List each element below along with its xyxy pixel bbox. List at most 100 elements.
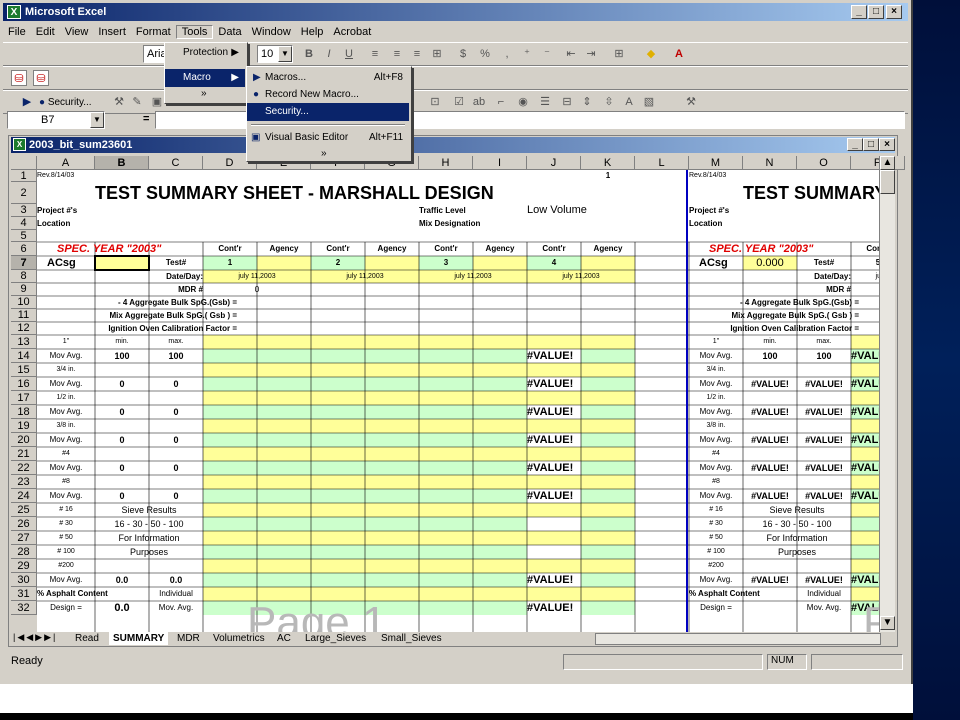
menu-tools[interactable]: Tools — [175, 25, 214, 39]
align-center-icon[interactable]: ≡ — [389, 46, 405, 62]
currency-icon[interactable]: $ — [455, 46, 471, 62]
column-header-j[interactable]: J — [527, 156, 581, 170]
menu-expand-icon[interactable]: » — [187, 85, 227, 103]
design-mode-icon[interactable]: ✎ — [129, 94, 145, 110]
row-header-30[interactable]: 30 — [11, 573, 37, 587]
row-header-2[interactable]: 2 — [11, 182, 37, 204]
menu-item-protection[interactable]: Protection ▶ — [165, 44, 245, 62]
cell-grid[interactable]: Rev.8/14/03 1 Rev.8/14/03 TEST SUMMARY SHEE… — [37, 170, 879, 632]
workbook-minimize-button[interactable]: _ — [847, 138, 863, 151]
vertical-scrollbar[interactable]: ▲ ▼ — [879, 156, 895, 632]
menu-expand-icon[interactable]: » — [307, 145, 347, 163]
row-header-9[interactable]: 9 — [11, 283, 37, 296]
row-header-8[interactable]: 8 — [11, 270, 37, 283]
column-header-a[interactable]: A — [37, 156, 95, 170]
toolbox-icon[interactable]: ⚒ — [683, 94, 699, 110]
option-button-icon[interactable]: ◉ — [515, 94, 531, 110]
horizontal-scrollbar[interactable] — [595, 633, 881, 645]
select-all-corner[interactable] — [11, 156, 37, 170]
row-header-25[interactable]: 25 — [11, 503, 37, 517]
increase-decimal-icon[interactable]: ⁺ — [519, 46, 535, 62]
row-header-5[interactable]: 5 — [11, 230, 37, 242]
column-header-c[interactable]: C — [149, 156, 203, 170]
row-header-6[interactable]: 6 — [11, 242, 37, 256]
textfield-icon[interactable]: ab — [471, 94, 487, 110]
menu-data[interactable]: Data — [213, 26, 246, 38]
row-header-12[interactable]: 12 — [11, 322, 37, 335]
tab-small-sieves[interactable]: Small_Sieves — [377, 632, 446, 645]
row-header-14[interactable]: 14 — [11, 349, 37, 363]
bold-icon[interactable]: B — [301, 46, 317, 62]
font-size-box[interactable]: 10 ▼ — [257, 45, 293, 63]
row-header-18[interactable]: 18 — [11, 405, 37, 419]
menu-edit[interactable]: Edit — [31, 26, 60, 38]
control-toolbox-icon[interactable]: ⚒ — [111, 94, 127, 110]
tab-scroll-buttons[interactable]: |◀◀▶▶| — [13, 632, 57, 643]
image-icon[interactable]: ▧ — [641, 94, 657, 110]
row-header-32[interactable]: 32 — [11, 601, 37, 615]
tab-volumetrics[interactable]: Volumetrics — [209, 632, 269, 645]
pdf-email-icon[interactable]: ⛁ — [33, 70, 49, 86]
column-header-l[interactable]: L — [635, 156, 689, 170]
row-header-22[interactable]: 22 — [11, 461, 37, 475]
tab-ac[interactable]: AC — [273, 632, 295, 645]
form-button-icon[interactable]: ⊡ — [427, 94, 443, 110]
spinner-icon[interactable]: ⇳ — [601, 94, 617, 110]
scroll-thumb[interactable] — [880, 170, 895, 194]
menu-format[interactable]: Format — [131, 26, 176, 38]
underline-icon[interactable]: U — [341, 46, 357, 62]
checkbox-icon[interactable]: ☑ — [451, 94, 467, 110]
percent-icon[interactable]: % — [477, 46, 493, 62]
run-macro-icon[interactable]: ▶ — [19, 94, 35, 110]
row-header-23[interactable]: 23 — [11, 475, 37, 489]
row-header-28[interactable]: 28 — [11, 545, 37, 559]
scroll-up-icon[interactable]: ▲ — [880, 156, 895, 170]
borders-icon[interactable]: ⊞ — [611, 46, 627, 62]
pdf-convert-icon[interactable]: ⛁ — [11, 70, 27, 86]
column-header-i[interactable]: I — [473, 156, 527, 170]
row-header-13[interactable]: 13 — [11, 335, 37, 349]
row-header-11[interactable]: 11 — [11, 309, 37, 322]
column-header-m[interactable]: M — [689, 156, 743, 170]
italic-icon[interactable]: I — [321, 46, 337, 62]
visual-basic-editor-icon[interactable]: ▣ — [149, 94, 165, 110]
row-header-4[interactable]: 4 — [11, 217, 37, 230]
menu-help[interactable]: Help — [296, 26, 329, 38]
row-header-26[interactable]: 26 — [11, 517, 37, 531]
security-button[interactable]: ● Security... — [39, 97, 92, 108]
row-header-17[interactable]: 17 — [11, 391, 37, 405]
row-header-1[interactable]: 1 — [11, 170, 37, 182]
maximize-button[interactable]: □ — [868, 5, 884, 19]
workbook-close-button[interactable]: × — [879, 138, 895, 151]
tab-large-sieves[interactable]: Large_Sieves — [301, 632, 370, 645]
menu-insert[interactable]: Insert — [93, 26, 131, 38]
merge-center-icon[interactable]: ⊞ — [429, 46, 445, 62]
fill-color-icon[interactable]: ◆ — [643, 46, 659, 62]
menu-acrobat[interactable]: Acrobat — [328, 26, 376, 38]
row-header-3[interactable]: 3 — [11, 204, 37, 217]
label-icon[interactable]: A — [621, 94, 637, 110]
align-right-icon[interactable]: ≡ — [409, 46, 425, 62]
scroll-down-icon[interactable]: ▼ — [880, 616, 895, 630]
menu-file[interactable]: File — [3, 26, 31, 38]
column-header-p[interactable]: P — [851, 156, 905, 170]
row-header-24[interactable]: 24 — [11, 489, 37, 503]
menu-item-macros[interactable]: ▶ Macros... Alt+F8 — [247, 69, 409, 87]
name-box[interactable]: B7 ▼ — [7, 111, 105, 129]
chevron-down-icon[interactable]: ▼ — [278, 46, 292, 62]
groupbox-icon[interactable]: ⌐ — [493, 94, 509, 110]
column-header-n[interactable]: N — [743, 156, 797, 170]
comma-icon[interactable]: , — [499, 46, 515, 62]
column-header-o[interactable]: O — [797, 156, 851, 170]
row-header-27[interactable]: 27 — [11, 531, 37, 545]
workbook-restore-button[interactable]: □ — [863, 138, 879, 151]
menu-view[interactable]: View — [60, 26, 94, 38]
column-header-h[interactable]: H — [419, 156, 473, 170]
font-color-icon[interactable]: A — [671, 46, 687, 62]
combobox-icon[interactable]: ⊟ — [559, 94, 575, 110]
close-button[interactable]: × — [886, 5, 902, 19]
menu-window[interactable]: Window — [247, 26, 296, 38]
minimize-button[interactable]: _ — [851, 5, 867, 19]
tab-summary[interactable]: SUMMARY — [109, 632, 169, 645]
listbox-icon[interactable]: ☰ — [537, 94, 553, 110]
